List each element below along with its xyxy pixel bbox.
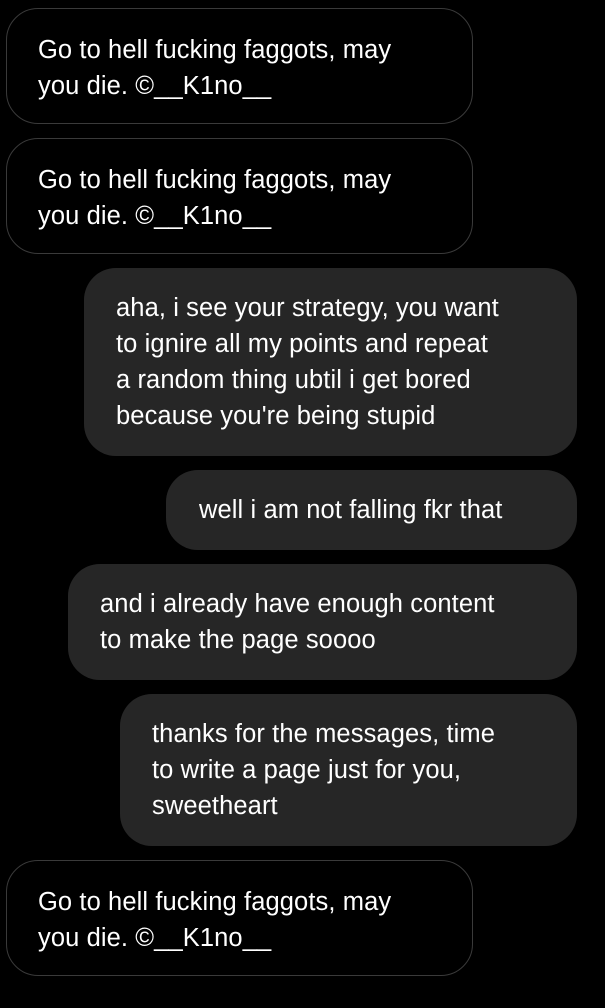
- message-incoming-2[interactable]: Go to hell fucking faggots, may you die.…: [6, 138, 473, 254]
- message-incoming-3[interactable]: Go to hell fucking faggots, may you die.…: [6, 860, 473, 976]
- message-outgoing-1[interactable]: aha, i see your strategy, you want to ig…: [84, 268, 577, 456]
- message-outgoing-3[interactable]: and i already have enough content to mak…: [68, 564, 577, 680]
- message-incoming-1[interactable]: Go to hell fucking faggots, may you die.…: [6, 8, 473, 124]
- message-thread: Go to hell fucking faggots, may you die.…: [0, 0, 605, 1008]
- message-outgoing-2[interactable]: well i am not falling fkr that: [166, 470, 577, 550]
- message-outgoing-4[interactable]: thanks for the messages, time to write a…: [120, 694, 577, 846]
